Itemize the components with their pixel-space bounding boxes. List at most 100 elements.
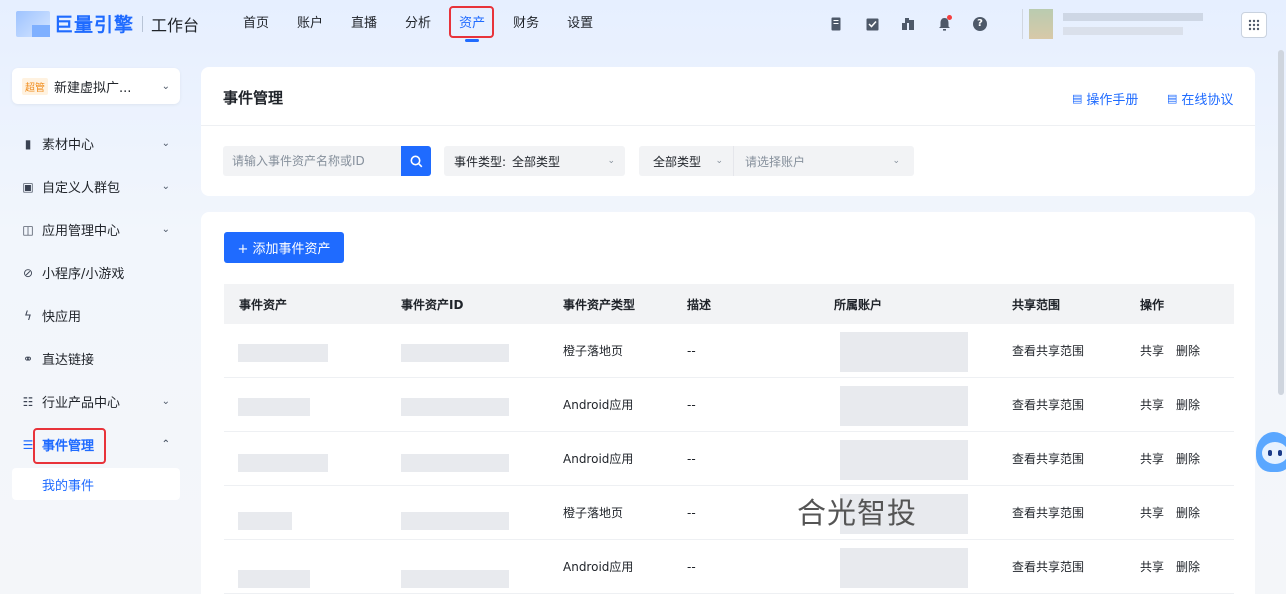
agreement-link-label: 在线协议 bbox=[1181, 93, 1234, 108]
chevron-down-icon: ⌄ bbox=[892, 156, 900, 166]
table-row: 橙子落地页 -- 查看共享范围 共享 删除 bbox=[224, 486, 1234, 540]
divider bbox=[201, 125, 1255, 126]
manual-link[interactable]: ▤ 操作手册 bbox=[1072, 89, 1138, 108]
admin-badge: 超管 bbox=[22, 77, 48, 95]
document-icon[interactable] bbox=[826, 14, 846, 34]
table-header: 事件资产 事件资产ID 事件资产类型 描述 所属账户 共享范围 操作 bbox=[224, 284, 1234, 324]
share-button[interactable]: 共享 bbox=[1140, 324, 1164, 378]
view-share-scope-link[interactable]: 查看共享范围 bbox=[1012, 540, 1084, 594]
view-share-scope-link[interactable]: 查看共享范围 bbox=[1012, 378, 1084, 432]
delete-button[interactable]: 删除 bbox=[1176, 486, 1200, 540]
nav-live[interactable]: 直播 bbox=[337, 0, 391, 48]
sidebar-item-label: 事件管理 bbox=[42, 439, 95, 454]
avatar bbox=[1029, 9, 1053, 39]
user-account-menu[interactable] bbox=[1022, 9, 1218, 39]
asset-description: -- bbox=[687, 398, 696, 412]
asset-type: 橙子落地页 bbox=[563, 344, 624, 358]
view-share-scope-link[interactable]: 查看共享范围 bbox=[1012, 486, 1084, 540]
view-share-scope-link[interactable]: 查看共享范围 bbox=[1012, 432, 1084, 486]
search-input[interactable] bbox=[223, 146, 401, 176]
account-redacted bbox=[840, 386, 968, 426]
nav-analysis[interactable]: 分析 bbox=[391, 0, 445, 48]
sidebar-item-event-management[interactable]: ☰ 事件管理 ⌃ bbox=[12, 423, 180, 466]
assistant-mascot-icon[interactable] bbox=[1252, 410, 1286, 496]
asset-id-redacted bbox=[401, 570, 509, 588]
user-card-icon: ▣ bbox=[22, 179, 34, 194]
table-row: Android应用 -- 查看共享范围 共享 删除 bbox=[224, 432, 1234, 486]
brand-name: 巨量引擎 bbox=[54, 14, 135, 36]
sidebar-item-materials[interactable]: ▮ 素材中心 ⌄ bbox=[12, 122, 180, 165]
chevron-down-icon: ⌄ bbox=[715, 156, 723, 166]
nav-finance[interactable]: 财务 bbox=[499, 0, 553, 48]
asset-type: Android应用 bbox=[563, 452, 634, 466]
link-icon: ⚭ bbox=[22, 351, 34, 366]
account-name: 新建虚拟广... bbox=[54, 80, 132, 96]
column-header: 事件资产ID bbox=[401, 297, 464, 312]
sidebar-item-mini-program[interactable]: ⊘ 小程序/小游戏 bbox=[12, 251, 180, 294]
share-button[interactable]: 共享 bbox=[1140, 432, 1164, 486]
sidebar: ▮ 素材中心 ⌄ ▣ 自定义人群包 ⌄ ◫ 应用管理中心 ⌄ ⊘ 小程序/小游戏… bbox=[12, 122, 180, 500]
chevron-down-icon: ⌄ bbox=[161, 396, 170, 407]
miniprogram-icon: ⊘ bbox=[22, 265, 34, 280]
asset-name-redacted bbox=[238, 570, 310, 588]
delete-button[interactable]: 删除 bbox=[1176, 324, 1200, 378]
delete-button[interactable]: 删除 bbox=[1176, 540, 1200, 594]
sidebar-item-label: 素材中心 bbox=[42, 138, 95, 153]
sidebar-item-label: 小程序/小游戏 bbox=[42, 267, 125, 282]
sidebar-subitem-my-events[interactable]: 我的事件 bbox=[12, 468, 180, 500]
apps-grid-icon[interactable] bbox=[1241, 12, 1267, 38]
share-button[interactable]: 共享 bbox=[1140, 486, 1164, 540]
sidebar-item-quick-app[interactable]: ϟ 快应用 bbox=[12, 294, 180, 337]
account-info-redacted-2 bbox=[1063, 27, 1183, 35]
delete-button[interactable]: 删除 bbox=[1176, 378, 1200, 432]
gift-icon[interactable] bbox=[898, 14, 918, 34]
asset-description: -- bbox=[687, 344, 696, 358]
delete-button[interactable]: 删除 bbox=[1176, 432, 1200, 486]
chevron-down-icon: ⌄ bbox=[161, 181, 170, 192]
view-share-scope-link[interactable]: 查看共享范围 bbox=[1012, 324, 1084, 378]
table-row: Android应用 -- 查看共享范围 共享 删除 bbox=[224, 378, 1234, 432]
account-select[interactable]: 请选择账户 ⌄ bbox=[734, 146, 914, 176]
sidebar-item-industry-products[interactable]: ☷ 行业产品中心 ⌄ bbox=[12, 380, 180, 423]
agreement-link[interactable]: ▤ 在线协议 bbox=[1167, 89, 1233, 108]
main-nav: 首页 账户 直播 分析 资产 财务 设置 bbox=[229, 0, 607, 48]
table-row: Android应用 -- 查看共享范围 共享 删除 bbox=[224, 540, 1234, 594]
help-icon[interactable]: ? bbox=[970, 14, 990, 34]
asset-id-redacted bbox=[401, 398, 509, 416]
asset-name-redacted bbox=[238, 344, 328, 362]
search-icon bbox=[410, 155, 422, 167]
nav-home[interactable]: 首页 bbox=[229, 0, 283, 48]
account-redacted bbox=[840, 440, 968, 480]
nav-account[interactable]: 账户 bbox=[283, 0, 337, 48]
asset-id-redacted bbox=[401, 344, 509, 362]
asset-name-redacted bbox=[238, 512, 292, 530]
account-selector[interactable]: 超管 新建虚拟广... ⌄ bbox=[12, 68, 180, 104]
nav-settings[interactable]: 设置 bbox=[553, 0, 607, 48]
sidebar-item-direct-link[interactable]: ⚭ 直达链接 bbox=[12, 337, 180, 380]
column-header: 事件资产 bbox=[239, 297, 288, 312]
sidebar-item-custom-audience[interactable]: ▣ 自定义人群包 ⌄ bbox=[12, 165, 180, 208]
event-type-select[interactable]: 事件类型: 全部类型 ⌄ bbox=[444, 146, 625, 176]
column-header: 描述 bbox=[687, 297, 712, 312]
sidebar-item-app-center[interactable]: ◫ 应用管理中心 ⌄ bbox=[12, 208, 180, 251]
sidebar-item-label: 快应用 bbox=[42, 310, 82, 325]
search-button[interactable] bbox=[401, 146, 431, 176]
logo-mark-icon bbox=[16, 10, 50, 37]
asset-type: Android应用 bbox=[563, 560, 634, 574]
page-scrollbar[interactable] bbox=[1278, 50, 1284, 395]
sidebar-item-label: 行业产品中心 bbox=[42, 396, 121, 411]
column-header: 操作 bbox=[1140, 297, 1165, 312]
event-type-label: 事件类型: bbox=[454, 154, 507, 169]
page-title: 事件管理 bbox=[223, 89, 284, 107]
document-icon: ▤ bbox=[1072, 92, 1083, 105]
clipboard-icon[interactable] bbox=[862, 14, 882, 34]
share-button[interactable]: 共享 bbox=[1140, 540, 1164, 594]
share-button[interactable]: 共享 bbox=[1140, 378, 1164, 432]
add-event-asset-button[interactable]: + 添加事件资产 bbox=[224, 232, 344, 263]
type-select[interactable]: 全部类型 ⌄ bbox=[639, 146, 733, 176]
type-value: 全部类型 bbox=[653, 154, 702, 169]
sidebar-item-label: 自定义人群包 bbox=[42, 181, 121, 196]
logo[interactable]: 巨量引擎 工作台 bbox=[16, 10, 199, 37]
nav-assets[interactable]: 资产 bbox=[445, 0, 499, 48]
bell-icon[interactable] bbox=[934, 14, 954, 34]
